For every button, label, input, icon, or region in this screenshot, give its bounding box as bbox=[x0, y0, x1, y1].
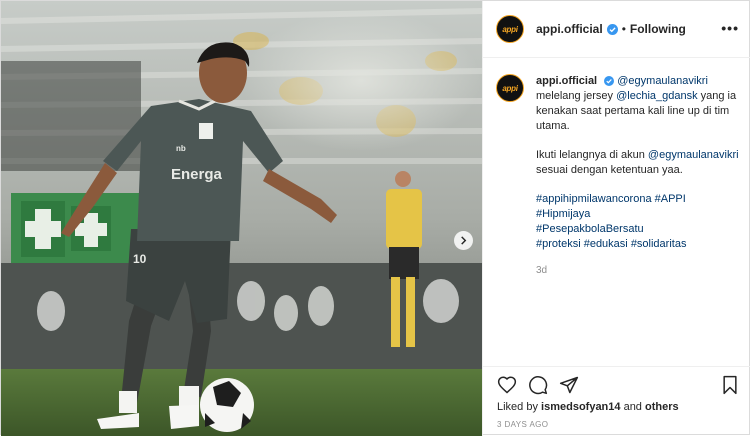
caption-text: sesuai dengan ketentuan yaa. bbox=[536, 164, 683, 176]
mention-link[interactable]: @egymaulanavikri bbox=[648, 149, 739, 161]
instagram-post: Energa nb 10 appi appi.official • Follow… bbox=[0, 0, 750, 436]
hashtag-link[interactable]: #PesepakbolaBersatu bbox=[536, 223, 644, 235]
shirt-sponsor-text: Energa bbox=[171, 166, 223, 183]
caption-text: melelang jersey bbox=[536, 90, 617, 102]
hashtag-link[interactable]: #edukasi bbox=[584, 238, 628, 250]
caption-avatar[interactable]: appi bbox=[496, 74, 524, 102]
hashtag-link[interactable]: #appihipmilawancorona bbox=[536, 193, 652, 205]
hashtag-link[interactable]: #APPI bbox=[655, 193, 686, 205]
heart-icon[interactable] bbox=[497, 375, 517, 395]
caption-username[interactable]: appi.official bbox=[536, 75, 597, 87]
carousel-next-button[interactable] bbox=[454, 231, 473, 250]
shirt-brand-text: nb bbox=[176, 144, 186, 153]
verified-badge-icon bbox=[606, 23, 618, 35]
liked-by-others-link[interactable]: others bbox=[645, 401, 679, 413]
mention-link[interactable]: @egymaulanavikri bbox=[617, 75, 708, 87]
following-button[interactable]: Following bbox=[630, 22, 686, 36]
post-date[interactable]: 3 DAYS AGO bbox=[497, 420, 548, 429]
mention-link[interactable]: @lechia_gdansk bbox=[616, 90, 698, 102]
post-header: appi appi.official • Following ••• bbox=[483, 1, 750, 58]
liked-by-and: and bbox=[620, 401, 645, 413]
caption-paragraph-2: Ikuti lelangnya di akun @egymaulanavikri… bbox=[536, 148, 741, 178]
header-username[interactable]: appi.official bbox=[536, 22, 603, 36]
comment-icon[interactable] bbox=[528, 375, 548, 395]
club-badge bbox=[199, 123, 213, 139]
caption-time-ago: 3d bbox=[536, 265, 548, 276]
hashtag-link[interactable]: #proteksi bbox=[536, 238, 581, 250]
liked-by-summary: Liked by ismedsofyan14 and others bbox=[497, 401, 679, 413]
bookmark-icon[interactable] bbox=[721, 375, 739, 395]
verified-badge-icon bbox=[604, 76, 615, 86]
post-actions: Liked by ismedsofyan14 and others 3 DAYS… bbox=[483, 366, 750, 436]
post-caption: appi appi.official @egymaulanavikri mele… bbox=[496, 74, 741, 278]
paper-plane-icon[interactable] bbox=[559, 375, 579, 395]
caption-paragraph-1: appi.official @egymaulanavikri melelang … bbox=[536, 74, 741, 134]
header-separator: • bbox=[621, 22, 626, 36]
caption-avatar-logo-text: appi bbox=[502, 83, 518, 93]
post-photo[interactable]: Energa nb 10 bbox=[1, 1, 482, 436]
liked-by-user-link[interactable]: ismedsofyan14 bbox=[541, 401, 620, 413]
avatar-logo-text: appi bbox=[502, 24, 518, 34]
liked-by-prefix: Liked by bbox=[497, 401, 542, 413]
hashtag-link[interactable]: #solidaritas bbox=[631, 238, 687, 250]
more-options-icon[interactable]: ••• bbox=[721, 20, 739, 36]
football-photo: Energa nb 10 bbox=[1, 1, 482, 436]
caption-text: Ikuti lelangnya di akun bbox=[536, 149, 648, 161]
avatar[interactable]: appi bbox=[496, 15, 524, 43]
caption-hashtags: #appihipmilawancorona #APPI #Hipmijaya #… bbox=[536, 192, 741, 252]
post-details-panel: appi appi.official • Following ••• appi … bbox=[482, 1, 750, 436]
caption-body: appi.official @egymaulanavikri melelang … bbox=[536, 74, 741, 278]
football bbox=[200, 378, 254, 432]
chevron-right-icon bbox=[461, 236, 467, 245]
hashtag-link[interactable]: #Hipmijaya bbox=[536, 208, 590, 220]
shorts-number-text: 10 bbox=[133, 252, 147, 266]
